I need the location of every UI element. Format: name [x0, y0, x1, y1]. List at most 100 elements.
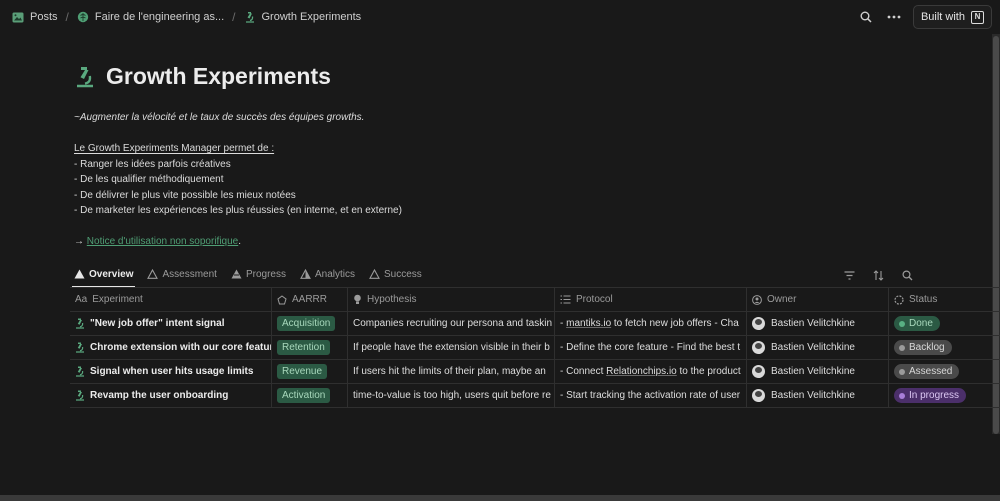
status-property-icon: [894, 294, 904, 305]
column-header-owner[interactable]: Owner: [747, 288, 889, 311]
aarrr-tag: Acquisition: [277, 316, 336, 331]
built-with-notion-button[interactable]: Built with N: [912, 5, 992, 29]
triangle-split-icon: [231, 269, 242, 279]
status-cell[interactable]: In progress: [889, 384, 1000, 407]
status-label: Done: [909, 318, 933, 329]
column-header-label: Experiment: [92, 294, 143, 305]
status-cell[interactable]: Assessed: [889, 360, 1000, 383]
status-cell[interactable]: Backlog: [889, 336, 1000, 359]
protocol-text: - Connect Relationchips.io to the produc…: [560, 366, 741, 377]
owner-cell[interactable]: Bastien Velitchkine: [747, 336, 889, 359]
tab-analytics[interactable]: Analytics: [296, 262, 359, 286]
owner-cell[interactable]: Bastien Velitchkine: [747, 312, 889, 335]
protocol-link[interactable]: mantiks.io: [566, 318, 611, 329]
microscope-icon: [75, 366, 85, 377]
column-header-hypothesis[interactable]: Hypothesis: [348, 288, 555, 311]
status-cell[interactable]: Done: [889, 312, 1000, 335]
protocol-text-start: - Start tracking the activation rate of …: [560, 390, 741, 401]
more-options-icon[interactable]: [885, 8, 903, 26]
protocol-cell[interactable]: - Start tracking the activation rate of …: [555, 384, 747, 407]
column-header-label: Protocol: [576, 294, 613, 305]
triangle-outline-icon: [369, 269, 380, 279]
experiment-cell[interactable]: Revamp the user onboarding: [70, 384, 272, 407]
status-badge: In progress: [894, 388, 967, 403]
protocol-link[interactable]: Relationchips.io: [606, 366, 677, 377]
breadcrumb-item-posts[interactable]: Posts: [12, 11, 58, 23]
aarrr-cell[interactable]: Retention: [272, 336, 348, 359]
owner-name: Bastien Velitchkine: [771, 390, 855, 401]
tab-label: Progress: [245, 268, 286, 280]
tab-label: Success: [383, 268, 422, 280]
table-row[interactable]: Signal when user hits usage limits Revenu…: [70, 360, 1000, 384]
hypothesis-text: Companies recruiting our persona and tas…: [353, 318, 552, 329]
hypothesis-text: If users hit the limits of their plan, m…: [353, 366, 546, 377]
view-tabs: Overview Assessment Progress Analytics S…: [70, 262, 922, 288]
bullet-item: - De les qualifier méthodiquement: [74, 174, 224, 185]
built-with-label: Built with: [920, 11, 965, 23]
top-bar: Posts / Faire de l'engineering as... / G…: [0, 0, 1000, 34]
hypothesis-cell[interactable]: Companies recruiting our persona and tas…: [348, 312, 555, 335]
protocol-text: - mantiks.io to fetch new job offers - C…: [560, 318, 739, 329]
aarrr-tag: Retention: [277, 340, 330, 355]
experiment-cell[interactable]: Signal when user hits usage limits: [70, 360, 272, 383]
hypothesis-cell[interactable]: time-to-value is too high, users quit be…: [348, 384, 555, 407]
avatar: [752, 341, 765, 354]
experiment-name: Revamp the user onboarding: [90, 390, 229, 401]
status-label: Backlog: [909, 342, 945, 353]
experiment-cell[interactable]: Chrome extension with our core featur: [70, 336, 272, 359]
table-row[interactable]: Chrome extension with our core featur Ret…: [70, 336, 1000, 360]
protocol-cell[interactable]: - Define the core feature - Find the bes…: [555, 336, 747, 359]
breadcrumb-label: Posts: [30, 11, 58, 23]
protocol-cell[interactable]: - Connect Relationchips.io to the produc…: [555, 360, 747, 383]
status-label: Assessed: [909, 366, 953, 377]
list-icon: [560, 295, 571, 304]
search-icon[interactable]: [898, 266, 916, 284]
triangle-half-icon: [300, 269, 311, 279]
breadcrumb-item-engineering[interactable]: Faire de l'engineering as...: [77, 11, 224, 23]
experiment-cell[interactable]: "New job offer" intent signal: [70, 312, 272, 335]
owner-cell[interactable]: Bastien Velitchkine: [747, 360, 889, 383]
column-header-experiment[interactable]: Aa Experiment: [70, 288, 272, 311]
search-icon[interactable]: [857, 8, 875, 26]
aarrr-cell[interactable]: Activation: [272, 384, 348, 407]
column-header-status[interactable]: Status: [889, 288, 1000, 311]
brain-icon: [77, 11, 89, 23]
experiments-table: Aa Experiment AARRR Hypothesis Protocol …: [70, 288, 1000, 408]
aarrr-tag: Activation: [277, 388, 331, 403]
page-title-text: Growth Experiments: [106, 63, 331, 89]
hypothesis-cell[interactable]: If people have the extension visible in …: [348, 336, 555, 359]
triangle-icon: [74, 269, 85, 279]
horizontal-scrollbar[interactable]: [0, 495, 1000, 501]
microscope-icon: [75, 342, 85, 353]
arrow-icon: →: [74, 236, 84, 247]
aarrr-cell[interactable]: Revenue: [272, 360, 348, 383]
tab-label: Analytics: [314, 268, 355, 280]
hypothesis-cell[interactable]: If users hit the limits of their plan, m…: [348, 360, 555, 383]
breadcrumb-label: Growth Experiments: [261, 11, 362, 23]
photo-icon: [12, 12, 24, 23]
table-row[interactable]: Revamp the user onboarding Activation time…: [70, 384, 1000, 408]
bullet-item: - De marketer les expériences les plus r…: [74, 205, 402, 216]
protocol-cell[interactable]: - mantiks.io to fetch new job offers - C…: [555, 312, 747, 335]
tab-overview[interactable]: Overview: [70, 262, 137, 288]
table-row[interactable]: "New job offer" intent signal Acquisition…: [70, 312, 1000, 336]
triangle-outline-icon: [147, 269, 159, 279]
page-description: ~Augmenter la vélocité et le taux de suc…: [74, 110, 674, 250]
breadcrumb-item-growth-experiments[interactable]: Growth Experiments: [244, 11, 362, 23]
notice-line: → Notice d'utilisation non soporifique.: [74, 234, 674, 250]
status-badge: Backlog: [894, 340, 952, 355]
experiment-name: Signal when user hits usage limits: [90, 366, 254, 377]
owner-cell[interactable]: Bastien Velitchkine: [747, 384, 889, 407]
view-tools: [840, 266, 916, 284]
tab-assessment[interactable]: Assessment: [143, 262, 220, 286]
tab-progress[interactable]: Progress: [227, 262, 290, 286]
column-header-aarrr[interactable]: AARRR: [272, 288, 348, 311]
column-header-protocol[interactable]: Protocol: [555, 288, 747, 311]
aarrr-cell[interactable]: Acquisition: [272, 312, 348, 335]
tab-success[interactable]: Success: [365, 262, 426, 286]
notice-link[interactable]: Notice d'utilisation non soporifique: [87, 236, 238, 247]
select-property-icon: [277, 294, 287, 305]
microscope-icon: [74, 66, 96, 88]
filter-icon[interactable]: [840, 266, 858, 284]
sort-icon[interactable]: [869, 266, 887, 284]
